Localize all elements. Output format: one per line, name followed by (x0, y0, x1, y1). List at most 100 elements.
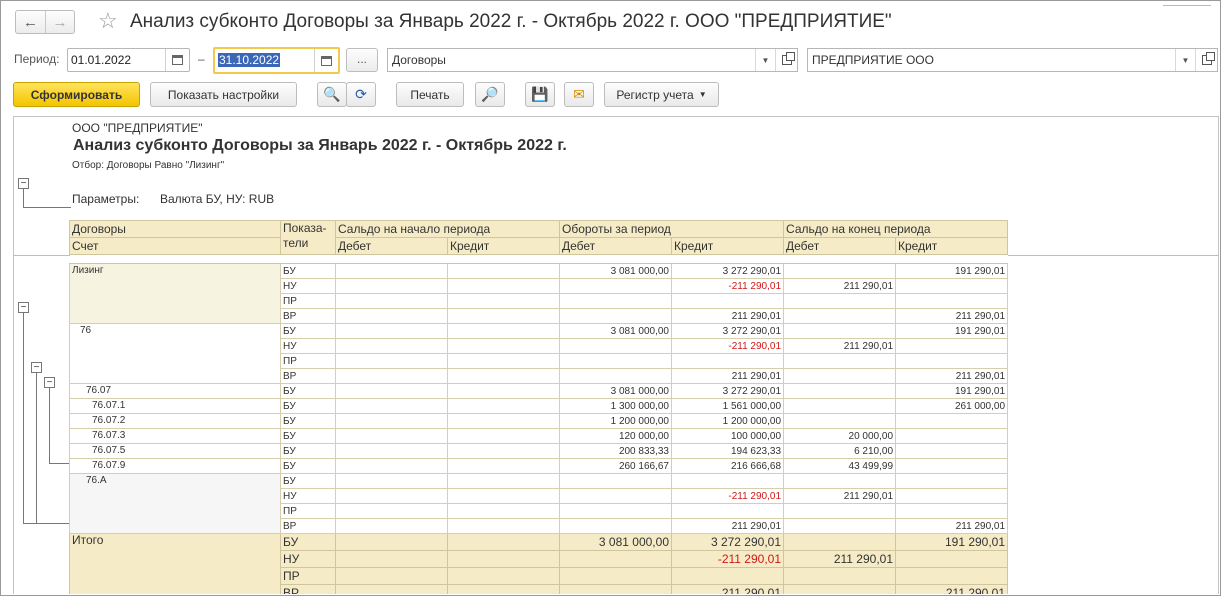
opening-credit-cell[interactable] (447, 353, 560, 369)
opening-debit-cell[interactable] (335, 323, 448, 339)
chevron-down-icon[interactable]: ▼ (1175, 49, 1195, 71)
collapse-lizing-icon[interactable]: − (18, 302, 29, 313)
closing-credit-cell[interactable] (895, 458, 1009, 474)
chevron-down-icon[interactable]: ▼ (755, 49, 775, 71)
turnover-credit-cell[interactable] (670, 293, 785, 309)
favorite-star-icon[interactable]: ☆ (98, 8, 118, 34)
opening-credit-cell[interactable] (447, 443, 560, 459)
closing-debit-cell[interactable]: 211 290,01 (783, 278, 897, 294)
closing-credit-cell[interactable] (895, 278, 1009, 294)
total-turnover-credit-cell[interactable]: 3 272 290,01 (670, 533, 785, 551)
opening-debit-cell[interactable] (335, 413, 448, 429)
closing-debit-cell[interactable] (783, 518, 897, 534)
opening-debit-cell[interactable] (335, 338, 448, 354)
closing-credit-cell[interactable] (895, 428, 1009, 444)
turnover-debit-cell[interactable] (559, 308, 672, 324)
turnover-credit-cell[interactable] (670, 473, 785, 489)
turnover-debit-cell[interactable] (559, 503, 672, 519)
closing-credit-cell[interactable] (895, 338, 1009, 354)
subconto-type-value[interactable]: Договоры (388, 49, 755, 71)
print-button[interactable]: Печать (396, 82, 464, 107)
total-turnover-credit-cell[interactable]: -211 290,01 (670, 550, 785, 568)
collapse-76-icon[interactable]: − (31, 362, 42, 373)
closing-credit-cell[interactable] (895, 353, 1009, 369)
total-closing-credit-cell[interactable]: 211 290,01 (895, 584, 1009, 594)
account-cell[interactable]: 76.07.1 (69, 398, 281, 414)
opening-credit-cell[interactable] (447, 473, 560, 489)
total-opening-credit-cell[interactable] (447, 567, 560, 585)
closing-debit-cell[interactable]: 6 210,00 (783, 443, 897, 459)
opening-debit-cell[interactable] (335, 458, 448, 474)
closing-credit-cell[interactable]: 211 290,01 (895, 368, 1009, 384)
turnover-debit-cell[interactable] (559, 278, 672, 294)
closing-debit-cell[interactable] (783, 473, 897, 489)
forward-arrow-icon[interactable]: → (45, 11, 74, 33)
opening-credit-cell[interactable] (447, 278, 560, 294)
opening-debit-cell[interactable] (335, 503, 448, 519)
total-opening-debit-cell[interactable] (335, 550, 448, 568)
opening-credit-cell[interactable] (447, 263, 560, 279)
indicator-cell[interactable]: НУ (280, 488, 336, 504)
turnover-credit-cell[interactable]: -211 290,01 (670, 488, 785, 504)
closing-credit-cell[interactable]: 261 000,00 (895, 398, 1009, 414)
subconto-type-select[interactable]: Договоры ▼ (387, 48, 798, 72)
search-button[interactable]: 🔍 (317, 82, 347, 107)
turnover-debit-cell[interactable] (559, 488, 672, 504)
send-mail-button[interactable]: ✉ (564, 82, 594, 107)
total-turnover-debit-cell[interactable] (559, 550, 672, 568)
indicator-cell[interactable]: ВР (280, 308, 336, 324)
period-from-field[interactable]: 01.01.2022 (67, 48, 190, 72)
closing-debit-cell[interactable] (783, 308, 897, 324)
closing-credit-cell[interactable] (895, 293, 1009, 309)
opening-credit-cell[interactable] (447, 338, 560, 354)
closing-debit-cell[interactable]: 211 290,01 (783, 338, 897, 354)
turnover-credit-cell[interactable]: 3 272 290,01 (670, 383, 785, 399)
opening-credit-cell[interactable] (447, 458, 560, 474)
turnover-credit-cell[interactable]: -211 290,01 (670, 338, 785, 354)
indicator-cell[interactable]: БУ (280, 443, 336, 459)
turnover-credit-cell[interactable]: 100 000,00 (670, 428, 785, 444)
opening-debit-cell[interactable] (335, 308, 448, 324)
total-turnover-debit-cell[interactable] (559, 567, 672, 585)
opening-debit-cell[interactable] (335, 428, 448, 444)
preview-button[interactable]: 🔎 (475, 82, 505, 107)
turnover-credit-cell[interactable]: 1 561 000,00 (670, 398, 785, 414)
opening-debit-cell[interactable] (335, 353, 448, 369)
total-turnover-credit-cell[interactable] (670, 567, 785, 585)
total-closing-debit-cell[interactable]: 211 290,01 (783, 550, 897, 568)
generate-button[interactable]: Сформировать (13, 82, 140, 107)
period-to-value[interactable]: 31.10.2022 (218, 53, 281, 67)
calendar-icon[interactable] (165, 49, 189, 71)
refresh-search-button[interactable]: ⟳ (346, 82, 376, 107)
indicator-cell[interactable]: ВР (280, 368, 336, 384)
opening-debit-cell[interactable] (335, 443, 448, 459)
turnover-debit-cell[interactable] (559, 368, 672, 384)
closing-credit-cell[interactable] (895, 488, 1009, 504)
opening-credit-cell[interactable] (447, 323, 560, 339)
total-opening-debit-cell[interactable] (335, 584, 448, 594)
total-opening-debit-cell[interactable] (335, 533, 448, 551)
turnover-debit-cell[interactable]: 3 081 000,00 (559, 383, 672, 399)
total-closing-debit-cell[interactable] (783, 567, 897, 585)
closing-credit-cell[interactable] (895, 473, 1009, 489)
turnover-debit-cell[interactable] (559, 473, 672, 489)
opening-debit-cell[interactable] (335, 518, 448, 534)
closing-debit-cell[interactable] (783, 293, 897, 309)
turnover-debit-cell[interactable]: 3 081 000,00 (559, 263, 672, 279)
indicator-cell[interactable]: БУ (280, 413, 336, 429)
back-arrow-icon[interactable]: ← (16, 11, 45, 33)
closing-debit-cell[interactable] (783, 503, 897, 519)
turnover-credit-cell[interactable]: 211 290,01 (670, 518, 785, 534)
period-from-value[interactable]: 01.01.2022 (68, 49, 165, 71)
closing-debit-cell[interactable] (783, 368, 897, 384)
organization-select[interactable]: ПРЕДПРИЯТИЕ ООО ▼ (807, 48, 1218, 72)
indicator-cell[interactable]: БУ (280, 458, 336, 474)
total-closing-credit-cell[interactable] (895, 550, 1009, 568)
turnover-debit-cell[interactable]: 120 000,00 (559, 428, 672, 444)
closing-debit-cell[interactable] (783, 353, 897, 369)
closing-credit-cell[interactable] (895, 503, 1009, 519)
opening-debit-cell[interactable] (335, 488, 448, 504)
turnover-debit-cell[interactable]: 3 081 000,00 (559, 323, 672, 339)
turnover-credit-cell[interactable]: 194 623,33 (670, 443, 785, 459)
turnover-debit-cell[interactable] (559, 293, 672, 309)
